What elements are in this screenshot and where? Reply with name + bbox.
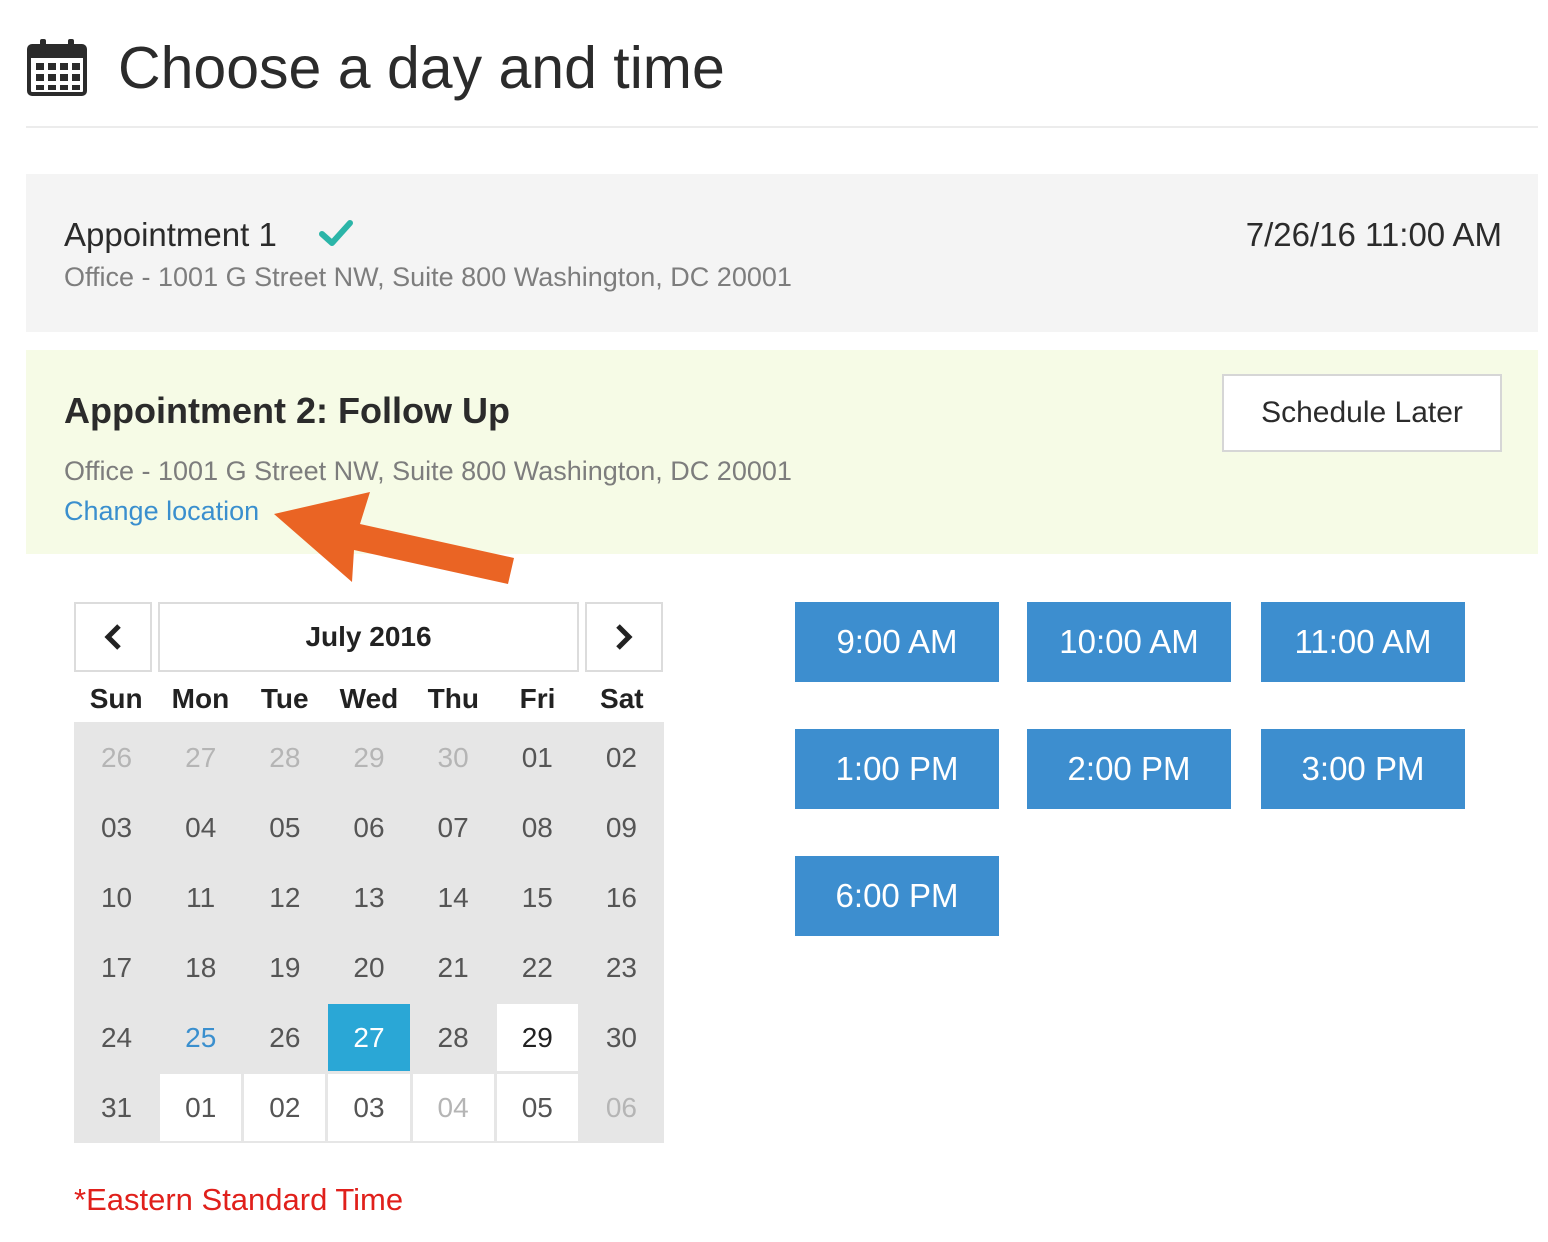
weekday-label: Fri bbox=[519, 683, 556, 714]
appointment-1-datetime: 7/26/16 11:00 AM bbox=[1245, 216, 1502, 253]
day-cell[interactable]: 06 bbox=[580, 1074, 662, 1141]
day-cell[interactable]: 30 bbox=[580, 1004, 662, 1071]
day-cell[interactable]: 02 bbox=[580, 724, 662, 791]
day-cell[interactable]: 15 bbox=[496, 864, 578, 931]
day-cell[interactable]: 14 bbox=[412, 864, 494, 931]
day-cell[interactable]: 25 bbox=[160, 1004, 242, 1071]
day-cell[interactable]: 04 bbox=[412, 1074, 494, 1141]
time-slot-button[interactable]: 9:00 AM bbox=[795, 602, 999, 682]
day-cell[interactable]: 08 bbox=[496, 794, 578, 861]
change-location-link[interactable]: Change location bbox=[64, 496, 259, 527]
day-cell[interactable]: 02 bbox=[244, 1074, 326, 1141]
schedule-later-button[interactable]: Schedule Later bbox=[1222, 374, 1502, 452]
day-cell[interactable]: 03 bbox=[328, 1074, 410, 1141]
chevron-left-icon bbox=[104, 624, 121, 650]
date-picker: July 2016 Sun Mon Tue Wed Thu Fri Sat 26… bbox=[74, 602, 664, 1143]
day-cell[interactable]: 19 bbox=[244, 934, 326, 1001]
time-slot-button[interactable]: 1:00 PM bbox=[795, 729, 999, 809]
time-slot-button[interactable]: 10:00 AM bbox=[1027, 602, 1231, 682]
calendar-icon bbox=[27, 39, 87, 96]
weekday-label: Mon bbox=[171, 683, 230, 714]
time-slot-button[interactable]: 11:00 AM bbox=[1261, 602, 1465, 682]
calendar-navigation: July 2016 bbox=[74, 602, 664, 674]
weekday-label: Thu bbox=[427, 683, 479, 714]
day-cell[interactable]: 30 bbox=[412, 724, 494, 791]
day-cell[interactable]: 31 bbox=[76, 1074, 158, 1141]
day-cell[interactable]: 01 bbox=[496, 724, 578, 791]
appointment-1-title: Appointment 1 bbox=[64, 216, 277, 253]
appointment-2-card: Appointment 2: Follow Up Schedule Later … bbox=[26, 350, 1538, 554]
day-cell[interactable]: 07 bbox=[412, 794, 494, 861]
appointment-1-card: Appointment 1 Office - 1001 G Street NW,… bbox=[26, 174, 1538, 332]
time-slot-button[interactable]: 6:00 PM bbox=[795, 856, 999, 936]
day-cell[interactable]: 24 bbox=[76, 1004, 158, 1071]
calendar-grid: 26 27 28 29 30 01 02 03 04 05 06 07 08 09 10 11 12 13 14 15… bbox=[74, 722, 664, 1143]
page-header: Choose a day and time bbox=[26, 28, 1538, 128]
day-cell[interactable]: 21 bbox=[412, 934, 494, 1001]
weekday-label: Wed bbox=[339, 683, 399, 714]
day-cell[interactable]: 26 bbox=[244, 1004, 326, 1071]
weekday-header: Sun Mon Tue Wed Thu Fri Sat bbox=[74, 674, 664, 722]
time-slot-button[interactable]: 3:00 PM bbox=[1261, 729, 1465, 809]
day-cell[interactable]: 28 bbox=[244, 724, 326, 791]
day-cell[interactable]: 05 bbox=[244, 794, 326, 861]
appointment-2-address: Office - 1001 G Street NW, Suite 800 Was… bbox=[64, 456, 792, 486]
day-cell[interactable]: 10 bbox=[76, 864, 158, 931]
appointment-1-address: Office - 1001 G Street NW, Suite 800 Was… bbox=[64, 262, 792, 292]
annotation-arrow-icon bbox=[274, 492, 514, 584]
day-cell[interactable]: 20 bbox=[328, 934, 410, 1001]
day-cell[interactable]: 17 bbox=[76, 934, 158, 1001]
day-cell[interactable]: 26 bbox=[76, 724, 158, 791]
day-cell[interactable]: 01 bbox=[160, 1074, 242, 1141]
day-cell[interactable]: 18 bbox=[160, 934, 242, 1001]
day-cell[interactable]: 03 bbox=[76, 794, 158, 861]
weekday-label: Tue bbox=[260, 683, 309, 714]
weekday-label: Sun bbox=[89, 683, 143, 714]
day-cell[interactable]: 11 bbox=[160, 864, 242, 931]
day-cell[interactable]: 09 bbox=[580, 794, 662, 861]
page-title: Choose a day and time bbox=[118, 35, 725, 101]
weekday-label: Sat bbox=[600, 683, 644, 714]
checkmark-icon bbox=[319, 220, 353, 246]
day-cell[interactable]: 28 bbox=[412, 1004, 494, 1071]
appointment-2-title: Appointment 2: Follow Up bbox=[64, 390, 510, 431]
chevron-right-icon bbox=[616, 624, 633, 650]
previous-month-button[interactable] bbox=[74, 602, 152, 672]
day-cell[interactable]: 29 bbox=[328, 724, 410, 791]
day-cell[interactable]: 05 bbox=[496, 1074, 578, 1141]
day-cell[interactable]: 12 bbox=[244, 864, 326, 931]
day-cell[interactable]: 04 bbox=[160, 794, 242, 861]
day-cell[interactable]: 23 bbox=[580, 934, 662, 1001]
day-cell[interactable]: 27 bbox=[160, 724, 242, 791]
day-cell[interactable]: 16 bbox=[580, 864, 662, 931]
day-cell[interactable]: 29 bbox=[496, 1004, 578, 1071]
time-slot-button[interactable]: 2:00 PM bbox=[1027, 729, 1231, 809]
timezone-note: *Eastern Standard Time bbox=[74, 1182, 404, 1217]
next-month-button[interactable] bbox=[585, 602, 663, 672]
day-cell[interactable]: 22 bbox=[496, 934, 578, 1001]
day-cell[interactable]: 13 bbox=[328, 864, 410, 931]
month-label[interactable]: July 2016 bbox=[158, 602, 579, 672]
day-cell[interactable]: 06 bbox=[328, 794, 410, 861]
selected-day-cell[interactable]: 27 bbox=[328, 1004, 410, 1071]
